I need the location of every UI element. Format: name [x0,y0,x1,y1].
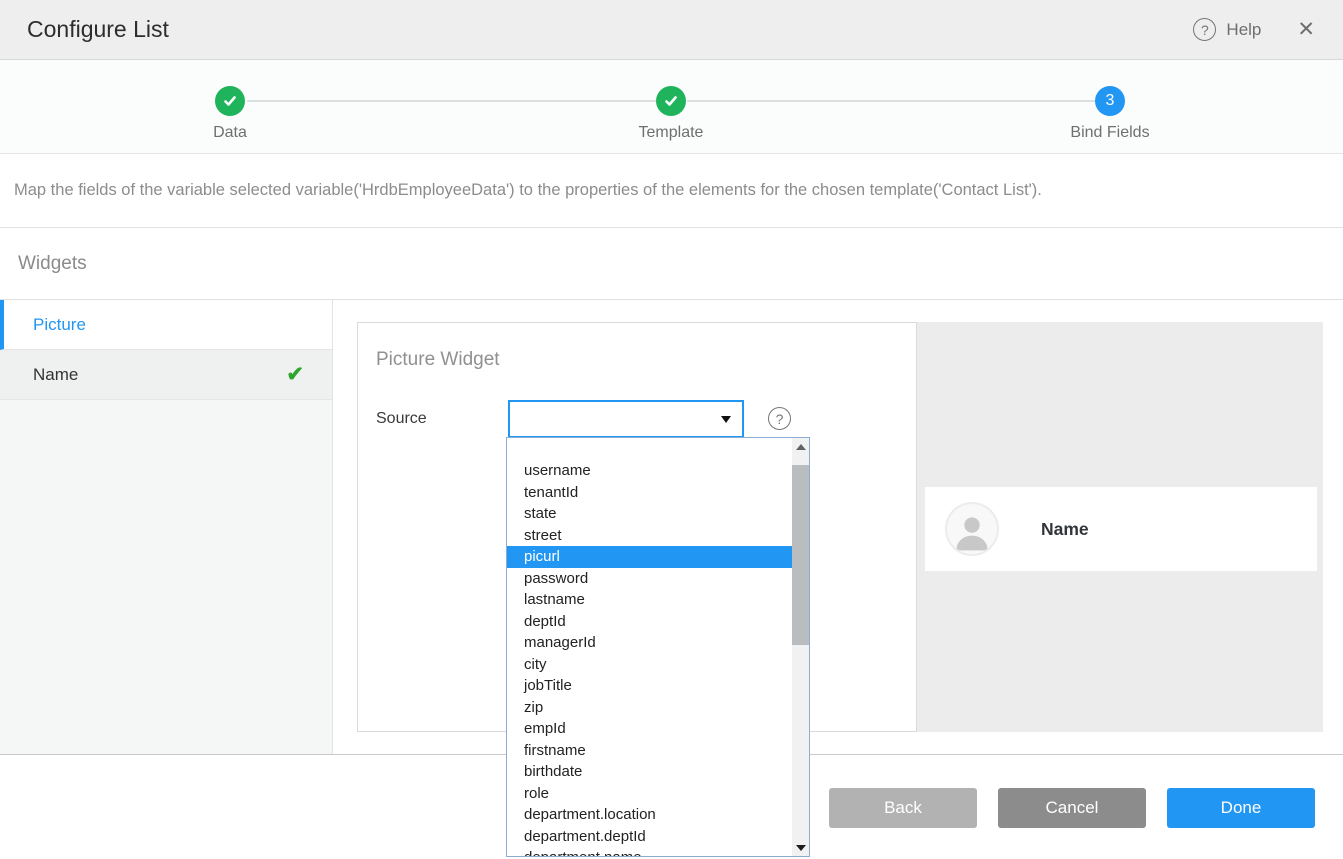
scrollbar-thumb[interactable] [792,465,809,645]
source-help-icon[interactable]: ? [768,407,791,430]
sidebar-item-label: Name [33,365,78,385]
dropdown-option[interactable]: tenantId [507,482,792,504]
dropdown-scrollbar[interactable] [792,438,809,856]
source-dropdown-popup: usernametenantIdstatestreetpicurlpasswor… [506,437,810,857]
dropdown-option[interactable]: birthdate [507,761,792,783]
widgets-sidebar: Picture Name ✔ [0,300,333,754]
preview-name-label: Name [1041,519,1089,540]
source-field-label: Source [376,410,427,428]
step-template[interactable]: Template [601,86,741,142]
done-button[interactable]: Done [1167,788,1315,828]
dropdown-option[interactable]: role [507,783,792,805]
instruction-text: Map the fields of the variable selected … [0,154,1343,228]
dropdown-option[interactable]: department.deptId [507,826,792,848]
step-label: Data [213,124,247,142]
help-icon[interactable]: ? [1193,18,1216,41]
widgets-section-title: Widgets [0,228,1343,300]
dropdown-option[interactable]: street [507,525,792,547]
avatar-placeholder-icon [945,502,999,556]
bound-check-icon: ✔ [286,362,304,387]
dropdown-option[interactable]: picurl [507,546,792,568]
step-bind-fields[interactable]: 3 Bind Fields [1040,86,1180,142]
configure-list-dialog: Configure List ? Help ✕ Data Template 3 … [0,0,1343,859]
dropdown-option[interactable]: managerId [507,632,792,654]
cancel-button[interactable]: Cancel [998,788,1146,828]
sidebar-item-label: Picture [33,315,86,335]
panel-title: Picture Widget [376,349,500,371]
step-data[interactable]: Data [160,86,300,142]
close-icon[interactable]: ✕ [1297,19,1315,40]
template-preview: Name [917,322,1323,732]
dropdown-option[interactable]: department.name [507,847,792,856]
scroll-down-icon[interactable] [792,839,809,856]
help-link[interactable]: Help [1226,20,1261,40]
scrollbar-track[interactable] [792,455,809,839]
step-done-check-icon [656,86,686,116]
dropdown-option[interactable]: jobTitle [507,675,792,697]
dropdown-option[interactable]: lastname [507,589,792,611]
back-button[interactable]: Back [829,788,977,828]
step-label: Template [639,124,704,142]
step-done-check-icon [215,86,245,116]
dropdown-option[interactable]: department.location [507,804,792,826]
sidebar-item-name[interactable]: Name ✔ [0,350,332,400]
dropdown-option[interactable]: state [507,503,792,525]
sidebar-item-picture[interactable]: Picture [0,300,332,350]
dropdown-option[interactable]: zip [507,697,792,719]
chevron-down-icon [721,416,731,423]
dialog-header: Configure List ? Help ✕ [0,0,1343,60]
dropdown-option-list: usernametenantIdstatestreetpicurlpasswor… [507,438,792,856]
stepper-connector [247,100,656,102]
dropdown-option[interactable]: password [507,568,792,590]
dropdown-option[interactable]: firstname [507,740,792,762]
wizard-stepper: Data Template 3 Bind Fields [0,60,1343,154]
dropdown-option[interactable]: deptId [507,611,792,633]
dropdown-option[interactable]: city [507,654,792,676]
dropdown-option[interactable]: username [507,460,792,482]
dropdown-option[interactable]: empId [507,718,792,740]
scroll-up-icon[interactable] [792,438,809,455]
stepper-connector [687,100,1095,102]
contact-list-preview-card: Name [925,487,1317,571]
page-title: Configure List [27,16,169,43]
step-label: Bind Fields [1070,124,1149,142]
step-number-badge: 3 [1095,86,1125,116]
source-select[interactable] [508,400,744,438]
widget-config-main: Picture Widget Source ? [333,300,1343,754]
